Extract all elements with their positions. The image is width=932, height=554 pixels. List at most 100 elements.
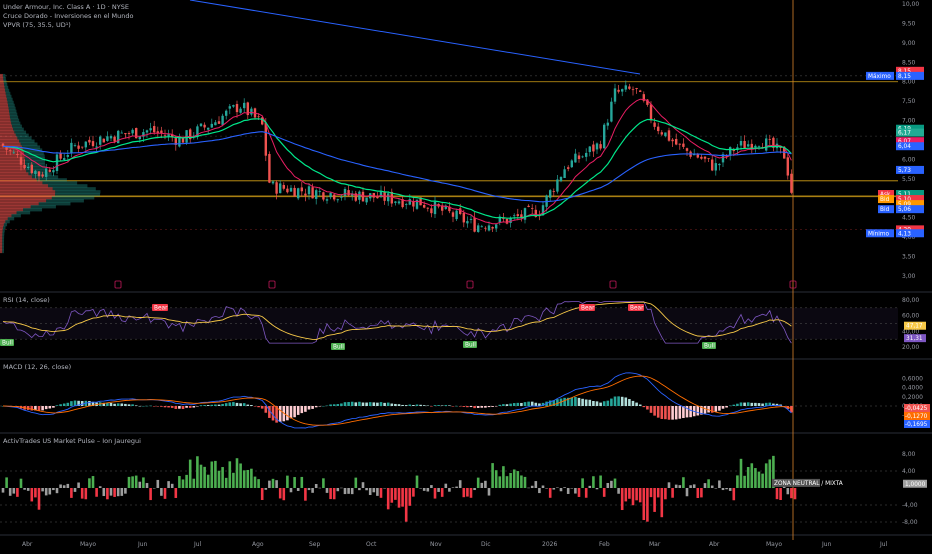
pulse-bar [322,478,325,488]
vpvr-bar-up [10,118,20,123]
candle-body [617,89,620,92]
vpvr-bar-up [7,100,14,105]
vpvr-bar-down [0,219,6,224]
macd-hist-bar [314,406,318,408]
pulse-bar [5,477,8,488]
vpvr-bar-down [0,85,5,90]
candle-body [113,136,116,142]
pulse-bar [224,477,228,488]
pulse-bar [242,470,246,488]
pulse-bar [469,488,473,498]
pulse-bar [556,487,559,488]
chart-workspace[interactable]: 10,009,509,008,508,007,507,006,506,005,5… [0,0,932,550]
pulse-bar [793,488,797,500]
candle-body [257,116,260,118]
vpvr-bar-up [8,106,16,111]
pulse-bar [635,488,638,501]
pulse-bar [653,488,656,512]
candle-body [552,191,555,192]
pulse-bar [336,488,340,492]
candle-body [527,205,530,207]
macd-title[interactable]: MACD (12, 26, close) [3,363,71,371]
pulse-bar [721,488,725,491]
candle-body [513,215,516,217]
pulse-bar [383,488,386,489]
side-label: Mínimo [868,230,890,237]
zone-label: ZONA NEUTRAL / MIXTA [774,481,843,487]
candle-body [657,126,660,132]
price-tick-label: 8,50 [902,59,916,66]
vpvr-bar-down [0,76,4,81]
pulse-bar [88,478,91,488]
macd-hist-bar [473,406,476,409]
macd-hist-bar [368,402,372,406]
pulse-bar [120,488,124,496]
candle-body [660,132,663,135]
candle-body [718,163,721,166]
macd-hist-bar [746,402,750,406]
indicator-vpvr[interactable]: VPVR (75, 35.5, UD¹) [3,21,71,29]
vpvr-bar-up [46,199,84,203]
candle-body [491,226,494,229]
candle-body [167,134,170,137]
macd-hist-bar [340,403,343,406]
time-tick-label: Ago [252,541,264,548]
pulse-bar [426,488,430,492]
macd-hist-bar [253,406,257,407]
macd-hist-bar [239,403,242,406]
pulse-bar [34,488,37,498]
candle-body [423,204,426,208]
candle-body [45,168,48,177]
candle-body [297,188,300,199]
macd-hist-bar [415,404,419,406]
earnings-marker [609,280,617,289]
rsi-bull-badge: Bull [333,345,344,351]
vpvr-bar-up [17,136,32,140]
macd-hist-bar [725,406,728,408]
indicator-golden-cross[interactable]: Cruce Dorado - Inversiones en el Mundo [3,12,134,20]
vpvr-bar-up [23,208,43,212]
candle-body [63,158,66,160]
candle-body [696,154,699,158]
candle-body [430,208,433,214]
pulse-bar [394,488,397,500]
macd-hist-bar [336,404,340,406]
macd-hist-bar [419,404,422,406]
candle-body [790,173,793,193]
pulse-title[interactable]: ActivTrades US Market Pulse – Ion Jaureg… [3,437,141,445]
vpvr-bar-up [7,216,15,221]
macd-hist-bar [588,399,592,406]
pulse-bar [624,488,628,502]
pulse-bar [30,488,34,502]
macd-hist-bar [347,402,350,406]
candle-body [163,135,167,137]
candle-body [624,85,627,90]
candle-body [37,171,41,177]
pulse-tick-label: -4,00 [902,502,918,509]
pulse-bar [480,482,484,488]
macd-hist-bar [653,406,656,416]
pulse-bar [196,456,199,488]
pulse-bar [739,458,743,488]
rsi-title[interactable]: RSI (14, close) [3,296,50,304]
candle-body [570,160,573,168]
candle-body [264,122,267,156]
price-tick-label: 9,50 [902,20,916,27]
macd-hist-bar [152,406,156,407]
macd-hist-bar [383,402,386,406]
macd-hist-bar [624,397,628,406]
macd-hist-bar [469,406,473,408]
pulse-bar [221,467,224,488]
pulse-bar [289,488,293,493]
pulse-bar [584,488,588,498]
pulse-bar [347,488,350,494]
symbol-title: Under Armour, Inc. Class A · 1D · NYSE [3,3,129,11]
macd-hist-bar [667,406,671,420]
candle-body [678,143,681,145]
chart-svg[interactable]: 10,009,509,008,508,007,507,006,506,005,5… [0,0,932,550]
candle-body [574,153,577,163]
vpvr-bar-up [26,169,48,173]
pulse-bar [332,488,336,500]
candle-body [588,146,591,153]
vpvr-bar-up [3,79,7,84]
